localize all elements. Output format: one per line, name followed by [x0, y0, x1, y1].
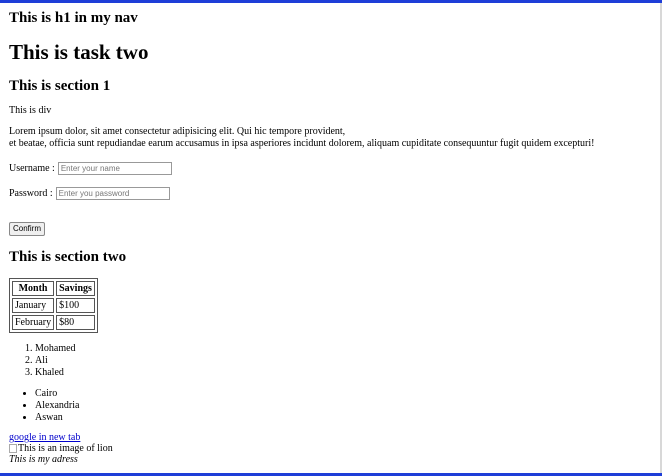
names-ordered-list: Mohamed Ali Khaled — [9, 343, 653, 379]
section-one: This is section 1 This is div Lorem ipsu… — [9, 77, 653, 236]
page-title: This is task two — [9, 40, 149, 64]
lion-image: This is an image of lion — [9, 443, 653, 454]
page: This is h1 in my nav This is task two Th… — [0, 9, 662, 465]
table-row: January $100 — [12, 298, 95, 313]
table-row: February $80 — [12, 315, 95, 330]
section-two: This is section two Month Savings Januar… — [9, 248, 653, 424]
nav-heading: This is h1 in my nav — [9, 10, 138, 26]
lorem-paragraph: Lorem ipsum dolor, sit amet consectetur … — [9, 126, 653, 150]
login-form: Username : Password : Confirm — [9, 162, 653, 236]
list-item: Khaled — [35, 367, 653, 379]
lorem-line-2: et beatae, officia sunt repudiandae earu… — [9, 138, 595, 149]
table-cell-month: February — [12, 315, 55, 330]
table-header-savings: Savings — [56, 281, 95, 296]
confirm-button[interactable]: Confirm — [9, 222, 46, 236]
top-nav: This is h1 in my nav — [9, 9, 653, 27]
cities-unordered-list: Cairo Alexandria Aswan — [9, 388, 653, 424]
lorem-line-1: Lorem ipsum dolor, sit amet consectetur … — [9, 126, 346, 137]
password-row: Password : — [9, 187, 653, 200]
div-text: This is div — [9, 105, 52, 116]
lion-image-alt-text: This is an image of lion — [18, 443, 113, 454]
username-input[interactable] — [57, 162, 172, 175]
password-label: Password : — [9, 188, 53, 199]
table-cell-month: January — [12, 298, 55, 313]
savings-table: Month Savings January $100 February $80 — [9, 278, 98, 333]
table-header-month: Month — [12, 281, 55, 296]
google-link[interactable]: google in new tab — [9, 432, 653, 443]
section-two-heading: This is section two — [9, 249, 127, 265]
section-one-heading: This is section 1 — [9, 78, 111, 94]
password-input[interactable] — [55, 187, 170, 200]
list-item: Mohamed — [35, 343, 653, 355]
username-row: Username : — [9, 162, 653, 175]
list-item: Ali — [35, 355, 653, 367]
list-item: Cairo — [35, 388, 653, 400]
table-header-row: Month Savings — [12, 281, 95, 296]
table-cell-savings: $100 — [56, 298, 95, 313]
address: This is my adress — [9, 454, 78, 465]
table-cell-savings: $80 — [56, 315, 95, 330]
list-item: Alexandria — [35, 400, 653, 412]
footer: google in new tab This is an image of li… — [9, 432, 653, 465]
list-item: Aswan — [35, 412, 653, 424]
username-label: Username : — [9, 163, 55, 174]
broken-image-icon — [9, 444, 17, 453]
